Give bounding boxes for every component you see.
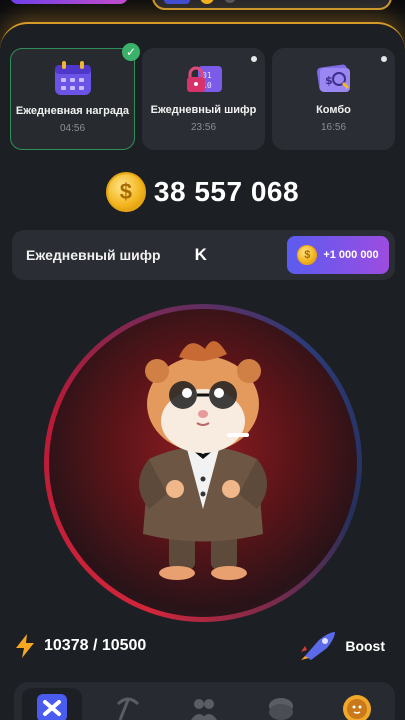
nav-exchange[interactable]: [22, 688, 83, 720]
nav-mine[interactable]: [98, 688, 158, 720]
nav-earn[interactable]: [251, 688, 311, 720]
hamster-coin-icon: [342, 695, 371, 720]
info-icon[interactable]: [224, 0, 236, 3]
svg-text:$: $: [325, 74, 333, 87]
cipher-letter: K: [194, 245, 207, 264]
balance-amount: 38 557 068: [153, 176, 300, 207]
energy-value: 10378 / 10500: [44, 637, 147, 654]
combo-title: Комбо: [316, 104, 351, 116]
tap-area-inner: [49, 309, 357, 617]
combo-timer: 16:56: [320, 122, 347, 133]
check-icon: ✓: [122, 43, 140, 61]
lightning-icon: [16, 634, 34, 658]
rocket-icon: [301, 632, 336, 660]
daily-reward-card[interactable]: ✓ Ежедневная награда 04:56: [10, 43, 140, 150]
profit-pill[interactable]: [152, 0, 392, 10]
energy-indicator: 10378 / 10500: [14, 632, 146, 660]
balance-display: $ 38 557 068: [0, 170, 405, 214]
daily-reward-timer: 04:56: [59, 123, 86, 134]
bottom-navigation: [14, 682, 395, 720]
combo-cards-icon: $: [316, 64, 350, 92]
daily-cipher-timer: 23:56: [190, 122, 217, 133]
pickaxe-icon: [117, 697, 140, 720]
tap-hamster-button[interactable]: [44, 304, 362, 622]
combo-card[interactable]: $ Комбо 16:56: [272, 48, 395, 150]
daily-reward-title: Ежедневная награда: [15, 105, 130, 117]
daily-cipher-card[interactable]: 01 10 Ежедневный шифр 23:56: [142, 48, 265, 150]
boost-label: Boost: [345, 638, 385, 654]
calendar-icon: [54, 61, 91, 95]
coin-icon: $: [297, 245, 318, 265]
exchange-icon: [37, 694, 68, 720]
coins-icon: [268, 698, 293, 720]
cipher-lock-icon: 01 10: [186, 66, 222, 92]
cipher-reward-amount: +1 000 000: [323, 249, 379, 261]
level-progress-pill[interactable]: [10, 0, 128, 4]
nav-friends[interactable]: [174, 688, 234, 720]
notification-dot: [251, 56, 257, 62]
nav-airdrop[interactable]: [327, 688, 387, 720]
hamster-character-icon: [139, 341, 267, 580]
cipher-label: Ежедневный шифр: [26, 247, 161, 263]
daily-cipher-bar: Ежедневный шифр K $ +1 000 000: [12, 230, 395, 280]
notification-dot: [381, 56, 387, 62]
daily-cards: ✓ Ежедневная награда 04:56 01 10 Ежеднев…: [10, 43, 395, 150]
daily-cipher-title: Ежедневный шифр: [150, 104, 257, 116]
friends-icon: [191, 699, 218, 720]
exchange-logo-icon: [164, 0, 190, 4]
boost-button[interactable]: Boost: [299, 630, 385, 662]
cipher-reward-button[interactable]: $ +1 000 000: [287, 236, 389, 274]
top-strip: [0, 0, 405, 14]
coin-icon: [200, 0, 214, 4]
coin-icon: $: [105, 172, 146, 212]
